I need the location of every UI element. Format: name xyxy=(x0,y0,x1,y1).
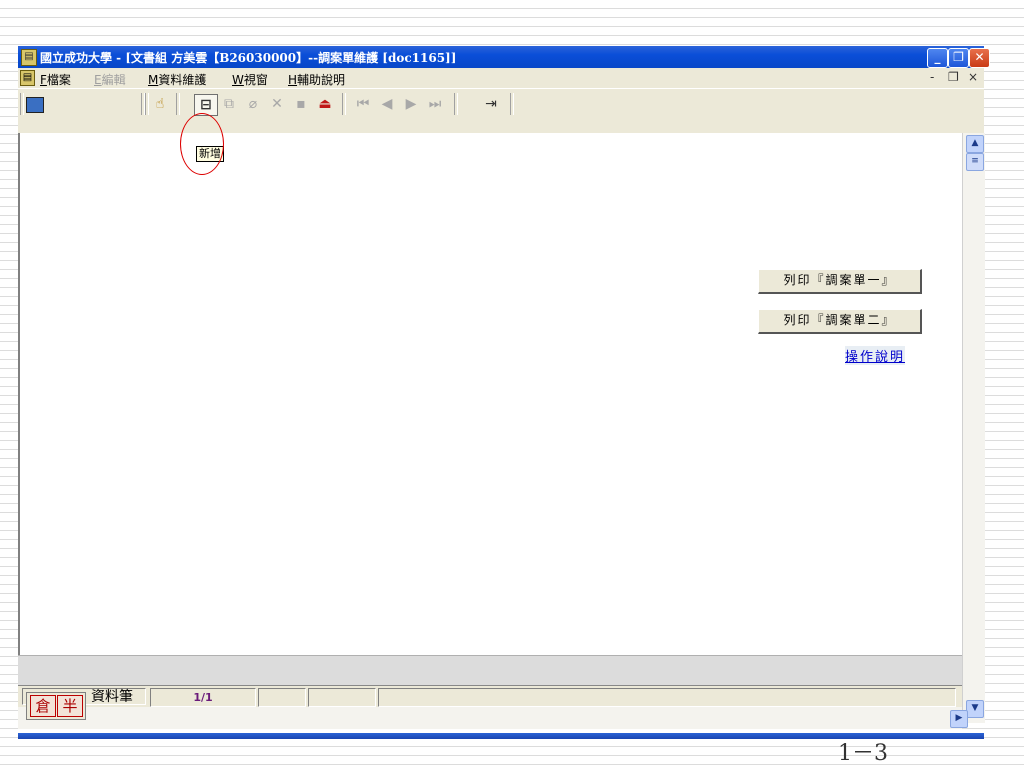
copy-icon[interactable]: ⧉ xyxy=(218,94,240,114)
window-title: 國立成功大學 - [文書組 方美雲【B26030000】--調案單維護 [doc… xyxy=(40,51,457,65)
close-button[interactable]: ✕ xyxy=(969,48,990,68)
horizontal-scrollbar[interactable]: ▶ xyxy=(18,707,968,729)
form-client-area xyxy=(18,133,964,655)
print-form2-button[interactable]: 列印『調案單二』 xyxy=(758,309,922,334)
menu-edit[interactable]: E編輯 xyxy=(94,71,126,88)
status-record-count: 1/1 xyxy=(150,688,256,707)
toolbar: ☝ ⊟ ⧉ ⌀ ✕ ▪ ⏏ ⏮ ◀ ▶ ⏭ ⇥ xyxy=(18,88,984,134)
next-record-icon[interactable]: ▶ xyxy=(400,94,422,114)
scroll-up-icon[interactable]: ▲ xyxy=(966,135,984,153)
delete-icon[interactable]: ✕ xyxy=(266,94,288,114)
slide-page-number: 1－3 xyxy=(838,741,888,766)
toolbar-grip xyxy=(20,93,24,115)
highlight-circle xyxy=(180,113,224,175)
status-pane xyxy=(258,688,306,707)
help-link[interactable]: 操作說明 xyxy=(845,346,906,365)
print-icon[interactable]: ⏏ xyxy=(314,94,336,114)
ime-cangjie-button[interactable]: 倉 xyxy=(30,695,56,717)
prev-record-icon[interactable]: ◀ xyxy=(376,94,398,114)
save-icon[interactable]: ▪ xyxy=(290,94,312,114)
menu-file[interactable]: F檔案 xyxy=(40,71,71,88)
menu-window[interactable]: W視窗 xyxy=(232,71,268,88)
menu-data-maintenance[interactable]: M資料維護 xyxy=(148,71,206,88)
query-icon[interactable]: ☝ xyxy=(149,94,171,114)
scroll-right-icon[interactable]: ▶ xyxy=(950,710,968,728)
form-footer-band xyxy=(18,655,962,686)
menu-help[interactable]: H輔助說明 xyxy=(288,71,345,88)
mdi-restore-button[interactable]: ❐ xyxy=(948,70,959,84)
minimize-button[interactable]: _ xyxy=(927,48,948,68)
ime-indicator[interactable]: 倉 半 xyxy=(26,692,86,720)
exit-icon[interactable]: ⇥ xyxy=(480,94,502,114)
title-bar[interactable]: ▤ 國立成功大學 - [文書組 方美雲【B26030000】--調案單維護 [d… xyxy=(18,46,990,68)
scroll-down-icon[interactable]: ▼ xyxy=(966,700,984,718)
ime-halfwidth-button[interactable]: 半 xyxy=(57,695,83,717)
vertical-scrollbar[interactable]: ▲ ≡ ▼ xyxy=(962,133,985,723)
form-icon[interactable]: ▤ xyxy=(21,49,37,66)
menu-bar: ▤ F檔案 E編輯 M資料維護 W視窗 H輔助說明 - ❐ × xyxy=(18,68,984,88)
picture-icon[interactable] xyxy=(26,97,44,113)
toolbar-separator xyxy=(342,93,346,115)
toolbar-separator xyxy=(454,93,458,115)
erase-icon[interactable]: ⌀ xyxy=(242,94,264,114)
toolbar-separator xyxy=(510,93,514,115)
status-pane xyxy=(308,688,376,707)
restore-button[interactable]: ❐ xyxy=(948,48,969,68)
mdi-close-button[interactable]: × xyxy=(968,70,978,84)
first-record-icon[interactable]: ⏮ xyxy=(352,94,374,114)
toolbar-separator xyxy=(176,93,180,115)
status-pane xyxy=(378,688,956,707)
print-form1-button[interactable]: 列印『調案單一』 xyxy=(758,269,922,294)
status-bar: 資料筆 1/1 xyxy=(18,685,962,708)
scroll-thumb[interactable]: ≡ xyxy=(966,153,984,171)
last-record-icon[interactable]: ⏭ xyxy=(424,94,446,114)
mdi-form-icon[interactable]: ▤ xyxy=(20,70,35,86)
mdi-minimize-button[interactable]: - xyxy=(930,70,934,84)
